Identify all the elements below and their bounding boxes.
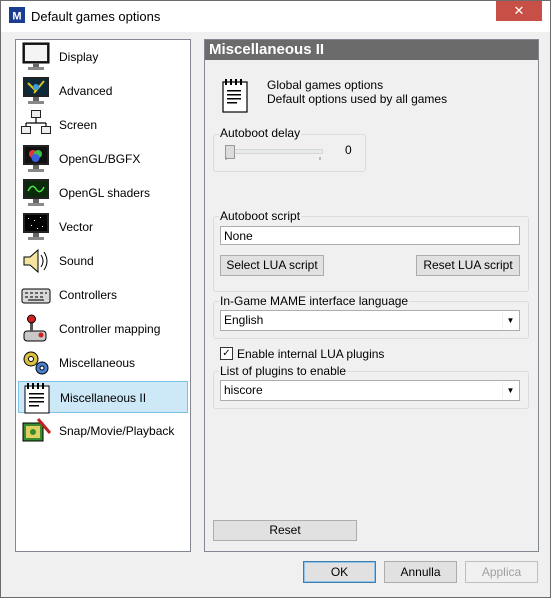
category-label: Snap/Movie/Playback xyxy=(59,424,175,438)
cancel-button[interactable]: Annulla xyxy=(384,561,457,583)
category-item[interactable]: Sound xyxy=(18,245,188,277)
autoboot-delay-value: 0 xyxy=(345,143,352,157)
category-label: Miscellaneous II xyxy=(60,391,147,405)
category-item[interactable]: Snap/Movie/Playback xyxy=(18,415,188,447)
options-window: M Default games options ✕ Display Advance… xyxy=(0,0,551,598)
category-label: Miscellaneous xyxy=(59,356,136,370)
svg-text:M: M xyxy=(12,11,21,23)
title-bar: M Default games options ✕ xyxy=(1,1,550,32)
category-item[interactable]: Controllers xyxy=(18,279,188,311)
chevron-down-icon[interactable]: ▼ xyxy=(502,382,518,399)
category-item[interactable]: OpenGL/BGFX xyxy=(18,143,188,175)
category-label: Advanced xyxy=(59,84,113,98)
category-item[interactable]: Vector xyxy=(18,211,188,243)
plugins-value: hiscore xyxy=(224,383,263,397)
category-label: OpenGL/BGFX xyxy=(59,152,141,166)
vector-icon xyxy=(23,213,49,240)
category-label: OpenGL shaders xyxy=(59,186,150,200)
select-lua-script-button[interactable]: Select LUA script xyxy=(220,255,324,276)
joystick-icon xyxy=(23,314,47,342)
mame-app-icon: M xyxy=(9,7,25,23)
category-item[interactable]: Miscellaneous II xyxy=(18,381,188,414)
reset-button[interactable]: Reset xyxy=(213,520,357,541)
autoboot-delay-label: Autoboot delay xyxy=(219,126,302,140)
window-title: Default games options xyxy=(31,9,161,24)
gears-icon xyxy=(23,351,49,375)
snap-icon xyxy=(22,418,52,442)
reset-lua-script-button[interactable]: Reset LUA script xyxy=(416,255,520,276)
chevron-down-icon[interactable]: ▼ xyxy=(502,312,518,329)
category-item[interactable]: Advanced xyxy=(18,75,188,107)
plugins-select[interactable]: hiscore ▼ xyxy=(220,380,520,401)
category-label: Screen xyxy=(59,118,98,132)
autoboot-delay-track xyxy=(225,149,323,154)
notepad-icon xyxy=(24,383,50,414)
slider-ticks xyxy=(225,157,321,160)
language-select[interactable]: English ▼ xyxy=(220,310,520,331)
category-item[interactable]: Display xyxy=(18,41,188,73)
category-item[interactable]: Controller mapping xyxy=(18,313,188,345)
close-button[interactable]: ✕ xyxy=(496,1,542,21)
opengl-icon xyxy=(23,145,49,172)
category-label: Sound xyxy=(59,254,94,268)
category-label: Controller mapping xyxy=(59,322,161,336)
monitor-icon xyxy=(22,42,50,70)
info-line-1: Global games options xyxy=(267,78,384,92)
apply-button[interactable]: Applica xyxy=(465,561,538,583)
plugins-list-label: List of plugins to enable xyxy=(219,364,348,378)
category-label: Vector xyxy=(59,220,94,234)
category-label: Display xyxy=(59,50,99,64)
language-label: In-Game MAME interface language xyxy=(219,294,410,308)
speaker-icon xyxy=(23,248,48,274)
options-panel: Miscellaneous II Global games options De… xyxy=(204,39,539,552)
notepad-icon xyxy=(222,79,248,113)
keyboard-icon xyxy=(21,288,51,304)
enable-plugins-label: Enable internal LUA plugins xyxy=(237,347,385,361)
panel-title: Miscellaneous II xyxy=(205,40,538,60)
language-value: English xyxy=(224,313,264,327)
category-item[interactable]: Screen xyxy=(18,109,188,141)
autoboot-script-label: Autoboot script xyxy=(219,209,302,223)
client-area: Display Advanced Screen OpenGL/BGFX OpenGL s… xyxy=(1,32,550,597)
enable-plugins-checkbox[interactable]: ✓ xyxy=(220,347,233,360)
category-item[interactable]: Miscellaneous xyxy=(18,347,188,379)
screen-network-icon xyxy=(21,110,51,134)
autoboot-script-field[interactable]: None xyxy=(220,226,520,245)
info-line-2: Default options used by all games xyxy=(267,92,448,106)
shaders-icon xyxy=(23,179,49,206)
category-list[interactable]: Display Advanced Screen OpenGL/BGFX OpenGL s… xyxy=(15,39,191,552)
category-label: Controllers xyxy=(59,288,118,302)
advanced-monitor-icon xyxy=(23,77,49,104)
category-item[interactable]: OpenGL shaders xyxy=(18,177,188,209)
ok-button[interactable]: OK xyxy=(303,561,376,583)
